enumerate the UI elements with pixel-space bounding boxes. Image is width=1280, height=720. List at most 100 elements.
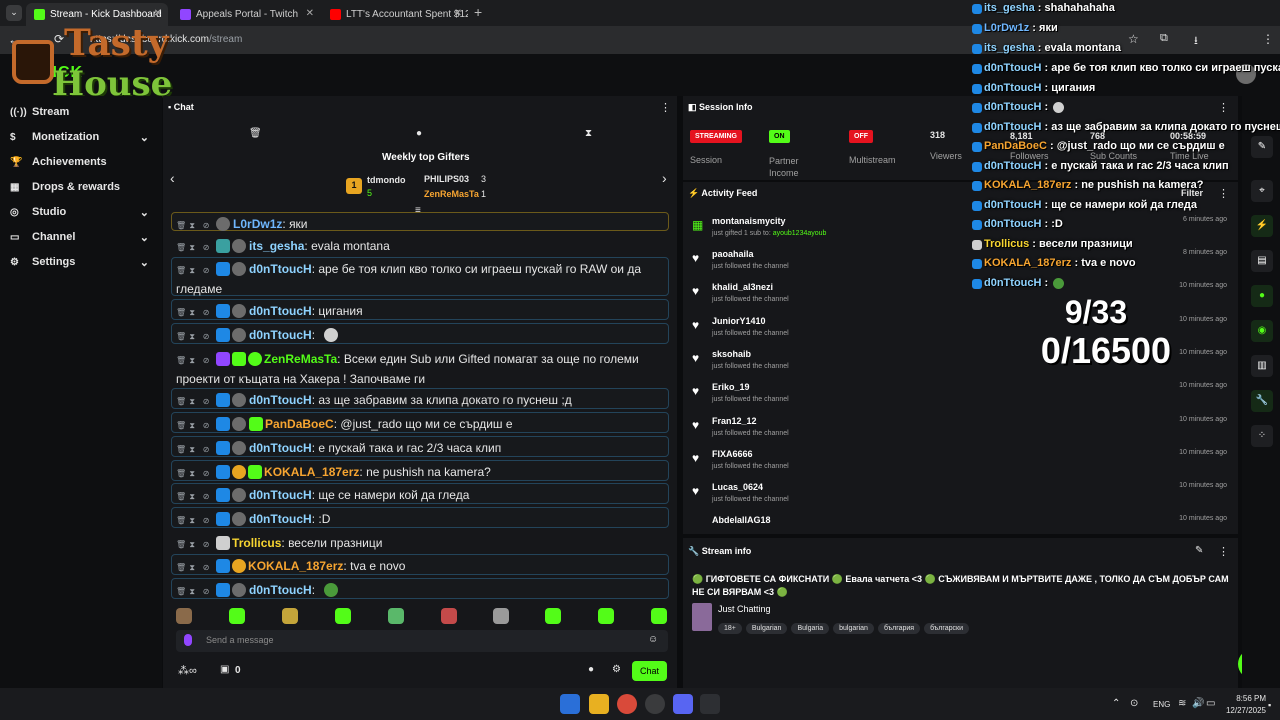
delete-icon[interactable]: 🗑 [176, 352, 186, 370]
chat-message[interactable]: 🗑 ⧗ ⊘ Trollicus: весели празници [171, 531, 669, 551]
delete-icon[interactable]: 🗑 [176, 465, 186, 483]
chat-username[interactable]: ZenReMasTa [264, 352, 337, 366]
gifter-name[interactable]: PHILIPS03 [424, 174, 469, 184]
ban-icon[interactable]: ⊘ [203, 536, 213, 554]
chevron-left-icon[interactable]: ‹ [170, 170, 175, 186]
sidebar-item-channel[interactable]: ▭ Channel ⌄ [10, 231, 155, 251]
timeout-icon[interactable]: ⧗ [189, 536, 199, 554]
chat-username[interactable]: d0nTtoucH [249, 262, 312, 276]
trash-icon[interactable]: 🗑 [249, 128, 262, 139]
activity-item[interactable]: ♥ FIXA6666 just followed the channel 10 min… [690, 447, 1230, 480]
sidebar-item-studio[interactable]: ◎ Studio ⌄ [10, 206, 155, 226]
file-explorer-icon[interactable] [589, 694, 609, 714]
emote-icon[interactable] [388, 608, 404, 624]
clock-time[interactable]: 8:56 PM [1226, 694, 1266, 703]
chat-message[interactable]: 🗑 ⧗ ⊘ d0nTtoucH: [171, 323, 669, 344]
wrench-icon[interactable]: 🔧 [1251, 390, 1273, 412]
edit-pencil-icon[interactable]: ✎ [1195, 545, 1203, 556]
delete-icon[interactable]: 🗑 [176, 536, 186, 554]
chat-username[interactable]: KOKALA_187erz [264, 465, 359, 479]
ban-icon[interactable]: ⊘ [203, 512, 213, 530]
chat-message[interactable]: 🗑 ⧗ ⊘ d0nTtoucH: аре бе тоя клип кво тол… [171, 257, 669, 296]
emote-icon[interactable] [335, 608, 351, 624]
chat-message[interactable]: 🗑 ⧗ ⊘ d0nTtoucH: ще се намери кой да гле… [171, 483, 669, 504]
tag-pill[interactable]: 18+ [718, 623, 742, 634]
activity-item[interactable]: ♥AbdelallAG1810 minutes ago [690, 513, 1230, 533]
tray-network-icon[interactable]: ⊙ [1130, 698, 1138, 709]
ban-icon[interactable]: ⊘ [203, 417, 213, 435]
sidebar-item-settings[interactable]: ⚙ Settings ⌄ [10, 256, 155, 276]
delete-icon[interactable]: 🗑 [176, 559, 186, 577]
tag-pill[interactable]: Bulgarian [745, 623, 788, 634]
tag-pill[interactable]: българия [877, 623, 921, 634]
chat-message[interactable]: 🗑 ⧗ ⊘ KOKALA_187erz: ne pushish na kamer… [171, 460, 669, 481]
timeout-icon[interactable]: ⧗ [189, 217, 199, 235]
delete-icon[interactable]: 🗑 [176, 239, 186, 257]
timeout-icon[interactable]: ⧗ [189, 262, 199, 280]
delete-icon[interactable]: 🗑 [176, 262, 186, 280]
chat-message[interactable]: 🗑 ⧗ ⊘ d0nTtoucH: цигания [171, 299, 669, 320]
chat-username[interactable]: d0nTtoucH [249, 441, 312, 455]
chat-message[interactable]: 🗑 ⧗ ⊘ ZenReMasTa: Всеки един Sub или Gif… [171, 347, 669, 386]
chat-message[interactable]: 🗑 ⧗ ⊘ L0rDw1z: яки [171, 212, 669, 231]
tab-youtube-video[interactable]: LTT's Accountant Spent $1200 ✕ [322, 3, 468, 26]
chat-bubble-icon[interactable]: ● [588, 664, 594, 675]
slow-mode-icon[interactable]: ⧗ [585, 128, 592, 139]
chat-username[interactable]: d0nTtoucH [249, 512, 312, 526]
timeout-icon[interactable]: ⧗ [189, 239, 199, 257]
timeout-icon[interactable]: ⧗ [189, 512, 199, 530]
wifi-icon[interactable]: ≋ [1178, 698, 1186, 709]
delete-icon[interactable]: 🗑 [176, 328, 186, 346]
chat-message[interactable]: 🗑 ⧗ ⊘ d0nTtoucH: :D [171, 507, 669, 528]
delete-icon[interactable]: 🗑 [176, 417, 186, 435]
store-icon[interactable]: ▣ [220, 664, 229, 675]
emote-icon[interactable] [545, 608, 561, 624]
ban-icon[interactable]: ⊘ [203, 465, 213, 483]
chat-message[interactable]: 🗑 ⧗ ⊘ KOKALA_187erz: tva e novo [171, 554, 669, 575]
timeout-icon[interactable]: ⧗ [189, 441, 199, 459]
chat-username[interactable]: d0nTtoucH [249, 393, 312, 407]
delete-icon[interactable]: 🗑 [176, 441, 186, 459]
delete-icon[interactable]: 🗑 [176, 512, 186, 530]
delete-icon[interactable]: 🗑 [176, 583, 186, 601]
chat-username[interactable]: KOKALA_187erz [248, 559, 343, 573]
category-name[interactable]: Just Chatting [718, 604, 771, 614]
ban-icon[interactable]: ⊘ [203, 488, 213, 506]
emoji-icon[interactable]: ☺ [648, 634, 658, 645]
tab-twitch-appeals[interactable]: Appeals Portal - Twitch ✕ [172, 3, 320, 26]
timeout-icon[interactable]: ⧗ [189, 465, 199, 483]
ban-icon[interactable]: ⊘ [203, 239, 213, 257]
timeout-icon[interactable]: ⧗ [189, 352, 199, 370]
discord-icon[interactable] [673, 694, 693, 714]
windows-start-icon[interactable] [560, 694, 580, 714]
delete-icon[interactable]: 🗑 [176, 393, 186, 411]
chat-username[interactable]: Trollicus [232, 536, 281, 550]
timeout-icon[interactable]: ⧗ [189, 559, 199, 577]
chat-menu-icon[interactable]: ⋮ [660, 101, 671, 114]
chat-username[interactable]: d0nTtoucH [249, 488, 312, 502]
gear-icon[interactable]: ⚙ [612, 664, 621, 675]
ban-icon[interactable]: ⊘ [203, 304, 213, 322]
emote-icon[interactable] [282, 608, 298, 624]
clock-date[interactable]: 12/27/2025 [1212, 706, 1266, 715]
ban-icon[interactable]: ⊘ [203, 262, 213, 280]
delete-icon[interactable]: 🗑 [176, 304, 186, 322]
activity-item[interactable]: ♥ Eriko_19 just followed the channel 10 min… [690, 380, 1230, 413]
chat-username[interactable]: d0nTtoucH [249, 304, 312, 318]
ban-icon[interactable]: ⊘ [203, 328, 213, 346]
timeout-icon[interactable]: ⧗ [189, 583, 199, 601]
activity-item[interactable]: ♥ Fran12_12 just followed the channel 10 mi… [690, 414, 1230, 447]
obs-icon[interactable] [645, 694, 665, 714]
ban-icon[interactable]: ⊘ [203, 352, 213, 370]
stream-info-menu-icon[interactable]: ⋮ [1218, 545, 1229, 558]
emote-icon[interactable] [176, 608, 192, 624]
chat-username[interactable]: L0rDw1z [233, 217, 282, 231]
ban-icon[interactable]: ⊘ [203, 559, 213, 577]
timeout-icon[interactable]: ⧗ [189, 393, 199, 411]
chat-username[interactable]: its_gesha [249, 239, 304, 253]
sidebar-item-stream[interactable]: ((·)) Stream [10, 106, 155, 126]
tag-pill[interactable]: Bulgaria [791, 623, 830, 634]
gifter-name[interactable]: tdmondo [367, 175, 406, 185]
users-icon[interactable]: ⁂∞ [178, 664, 197, 677]
chat-input-field[interactable]: Send a message ☺ [176, 630, 668, 652]
